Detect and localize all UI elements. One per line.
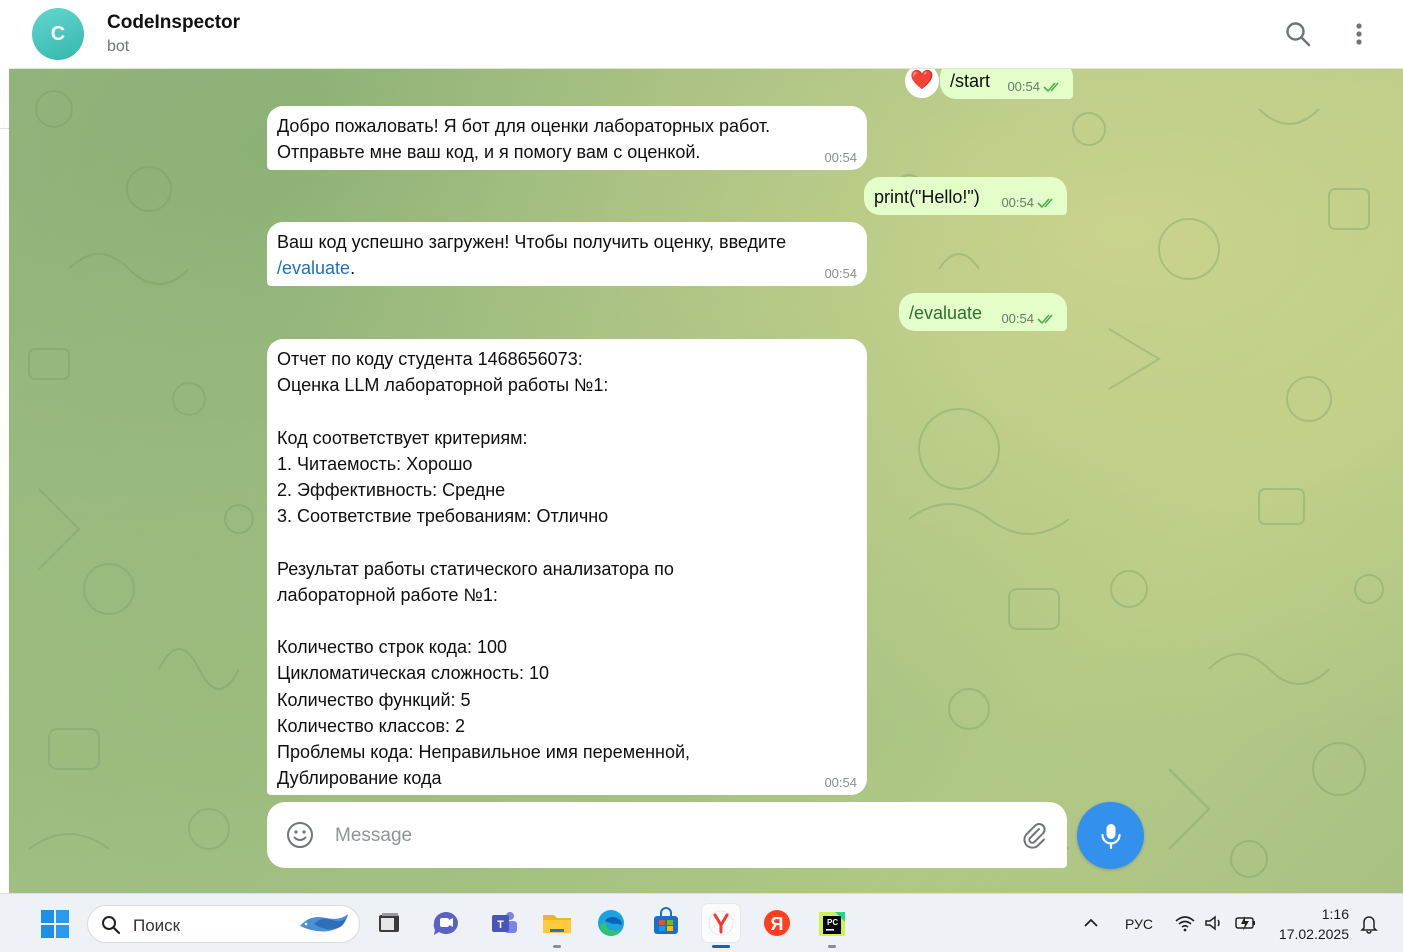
taskbar-clock[interactable]: 1:16 17.02.2025 [1279,904,1349,944]
speaker-icon[interactable] [1204,914,1224,932]
message-time: 00:54 [1001,311,1034,326]
read-checkmarks-icon [1043,82,1059,93]
message-time: 00:54 [824,775,857,790]
evaluate-command-link[interactable]: /evaluate [277,258,350,278]
windows-taskbar: Поиск T Я PC РУС 1:16 17.02.2025 [0,893,1403,952]
yandex-icon: Я [764,910,790,936]
chat-status: bot [107,38,130,55]
folder-icon [543,915,571,933]
input-language[interactable]: РУС [1125,916,1153,932]
message-text: Добро пожаловать! Я бот для оценки лабор… [277,116,771,163]
read-checkmarks-icon [1037,314,1053,325]
message-text: Ваш код успешно загружен! Чтобы получить… [277,229,857,282]
taskbar-app-file-manager[interactable] [370,904,408,942]
message-incoming-welcome[interactable]: Добро пожаловать! Я бот для оценки лабор… [267,106,867,170]
pycharm-icon: PC [819,912,845,936]
app-active-indicator [712,945,730,948]
read-checkmarks-icon [1037,198,1053,209]
more-vertical-icon[interactable] [1345,20,1373,48]
chat-title[interactable]: CodeInspector [107,12,240,34]
taskbar-search[interactable]: Поиск [87,905,360,943]
message-incoming-loaded[interactable]: Ваш код успешно загружен! Чтобы получить… [267,222,867,286]
search-icon[interactable] [1284,20,1312,48]
message-input[interactable] [333,816,987,856]
message-outgoing-evaluate[interactable]: /evaluate 00:54 [899,293,1067,331]
message-outgoing-code[interactable]: print("Hello!") 00:54 [864,177,1067,215]
chat-header[interactable]: C CodeInspector bot [9,0,1403,69]
chat-avatar[interactable]: C [32,8,84,60]
message-time: 00:54 [1007,79,1040,94]
smile-icon[interactable] [285,820,315,850]
message-text-part: Ваш код успешно загружен! Чтобы получить… [277,232,787,252]
chat-area[interactable]: /start 00:54 ❤️ Добро пожаловать! Я бот … [9,69,1403,893]
message-time-row: 00:54 [1001,195,1057,211]
message-text: /evaluate [909,303,983,323]
app-open-indicator [828,945,836,948]
voice-message-button[interactable] [1077,802,1144,869]
search-icon [102,916,121,935]
message-text: Отчет по коду студента 1468656073: Оценк… [277,349,691,789]
svg-text:PC: PC [827,918,838,927]
chevron-up-icon[interactable] [1082,914,1100,932]
taskbar-app-yandex-browser[interactable] [702,904,740,948]
windows-start-icon[interactable] [40,909,70,939]
whale-search-highlight-icon [300,914,348,932]
app-open-indicator [553,945,561,948]
message-time: 00:54 [824,266,857,281]
message-time-row: 00:54 [1007,79,1063,95]
teams-icon: T [492,912,517,933]
message-composer[interactable] [267,802,1067,868]
taskbar-app-file-explorer[interactable] [538,904,576,948]
edge-browser-icon [598,910,624,936]
notification-bell-icon[interactable] [1359,914,1379,934]
search-label: Поиск [133,916,181,935]
clock-time: 1:16 [1321,906,1349,922]
paperclip-icon[interactable] [1019,820,1049,850]
message-text: print("Hello!") [874,187,980,207]
message-incoming-report[interactable]: Отчет по коду студента 1468656073: Оценк… [267,339,867,795]
heart-reaction-icon: ❤️ [910,70,934,91]
clock-date: 17.02.2025 [1278,926,1349,942]
message-time: 00:54 [824,150,857,165]
message-text-part: . [350,258,356,279]
taskbar-app-edge[interactable] [592,904,630,942]
yandex-browser-icon [708,910,734,936]
taskbar-app-pycharm[interactable]: PC [813,904,851,948]
wifi-icon[interactable] [1175,914,1195,932]
message-text: /start [950,71,991,91]
taskbar-app-teams[interactable]: T [485,904,523,942]
video-chat-icon [433,912,458,935]
folder-window-icon [379,913,399,932]
message-outgoing-start[interactable]: /start 00:54 [940,69,1073,99]
svg-text:Я: Я [771,914,784,934]
message-time: 00:54 [1001,195,1034,210]
taskbar-app-yandex[interactable]: Я [758,904,796,942]
taskbar-app-store[interactable] [647,904,685,942]
store-icon [654,907,678,934]
battery-charging-icon[interactable] [1234,913,1258,933]
svg-text:T: T [497,919,504,931]
message-time-row: 00:54 [1001,311,1057,327]
microphone-icon [1101,824,1121,850]
taskbar-app-video-chat[interactable] [427,904,465,942]
